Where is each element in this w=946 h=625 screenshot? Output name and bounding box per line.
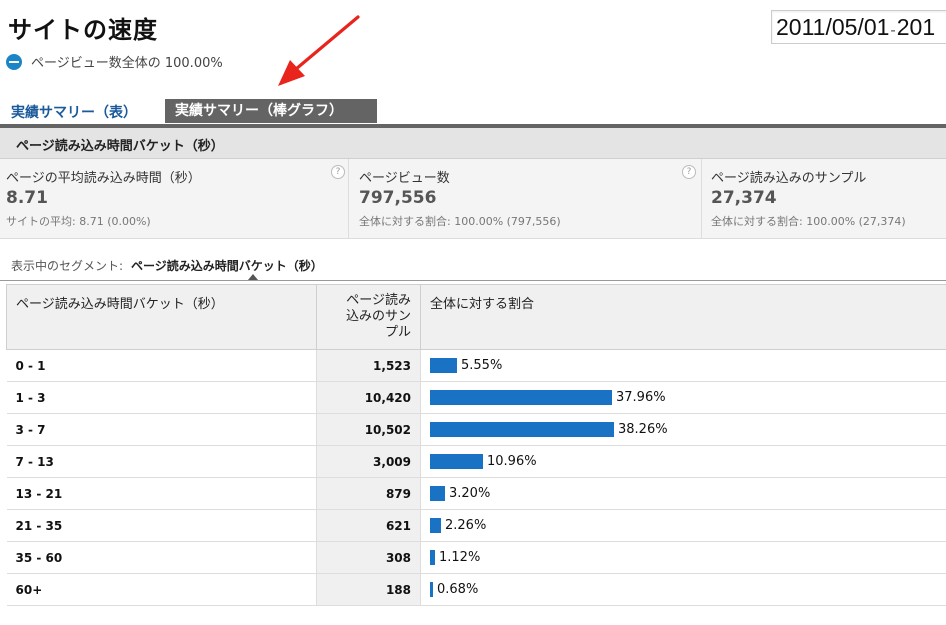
percent-bar bbox=[430, 518, 441, 533]
column-header-bucket[interactable]: ページ読み込み時間バケット（秒） bbox=[6, 284, 317, 350]
cell-percent: 38.26% bbox=[420, 413, 946, 446]
percent-label: 2.26% bbox=[445, 518, 487, 533]
percent-label: 3.20% bbox=[449, 486, 491, 501]
cell-bucket[interactable]: 0 - 1 bbox=[6, 349, 317, 382]
cell-bucket[interactable]: 13 - 21 bbox=[6, 477, 317, 510]
percent-bar bbox=[430, 486, 445, 501]
column-header-line: 込みのサン bbox=[345, 309, 411, 324]
scorecard-label: ページの平均読み込み時間（秒） bbox=[6, 171, 201, 186]
cell-percent: 2.26% bbox=[420, 509, 946, 542]
percent-label: 1.12% bbox=[439, 550, 481, 565]
percent-label: 10.96% bbox=[487, 454, 537, 469]
segment-value[interactable]: ページ読み込み時間バケット（秒） bbox=[131, 259, 323, 273]
cell-percent: 3.20% bbox=[420, 477, 946, 510]
tab-summary-bar-chart[interactable]: 実績サマリー（棒グラフ） bbox=[165, 99, 377, 123]
cell-bucket[interactable]: 7 - 13 bbox=[6, 445, 317, 478]
cell-bucket[interactable]: 35 - 60 bbox=[6, 541, 317, 574]
scorecard-label: ページビュー数 bbox=[359, 171, 450, 186]
segment-minus-icon[interactable] bbox=[6, 53, 22, 70]
scorecard-sub: 全体に対する割合: 100.00% (797,556) bbox=[359, 215, 561, 228]
cell-bucket[interactable]: 1 - 3 bbox=[6, 381, 317, 414]
percent-bar bbox=[430, 582, 433, 597]
cell-bucket[interactable]: 21 - 35 bbox=[6, 509, 317, 542]
data-table: ページ読み込み時間バケット（秒） ページ読み 込みのサン プル 全体に対する割合 0… bbox=[6, 284, 946, 606]
table-row: 1 - 3 10,420 37.96% bbox=[6, 381, 946, 414]
cell-samples: 879 bbox=[316, 477, 421, 510]
date-separator: - bbox=[890, 22, 896, 39]
segment-label: 表示中のセグメント: bbox=[11, 259, 124, 273]
cell-percent: 10.96% bbox=[420, 445, 946, 478]
cell-bucket[interactable]: 3 - 7 bbox=[6, 413, 317, 446]
scorecard-sub: 全体に対する割合: 100.00% (27,374) bbox=[711, 215, 906, 228]
table-header-row: ページ読み込み時間バケット（秒） ページ読み 込みのサン プル 全体に対する割合 bbox=[6, 284, 946, 350]
column-header-samples[interactable]: ページ読み 込みのサン プル bbox=[316, 284, 421, 350]
percent-label: 37.96% bbox=[616, 390, 666, 405]
percent-label: 5.55% bbox=[461, 358, 503, 373]
help-icon[interactable]: ? bbox=[331, 165, 345, 179]
percent-label: 38.26% bbox=[618, 422, 668, 437]
cell-bucket[interactable]: 60+ bbox=[6, 573, 317, 606]
dimension-bar: ページ読み込み時間バケット（秒） bbox=[0, 128, 946, 159]
page-title: サイトの速度 bbox=[8, 16, 158, 44]
scorecard-value: 797,556 bbox=[359, 188, 437, 208]
scorecard-sub: サイトの平均: 8.71 (0.00%) bbox=[6, 215, 151, 228]
cell-samples: 1,523 bbox=[316, 349, 421, 382]
table-row: 0 - 1 1,523 5.55% bbox=[6, 349, 946, 382]
scorecard-avg-load-time: ページの平均読み込み時間（秒） 8.71 サイトの平均: 8.71 (0.00%… bbox=[0, 159, 349, 238]
cell-samples: 308 bbox=[316, 541, 421, 574]
cell-samples: 10,502 bbox=[316, 413, 421, 446]
cell-samples: 10,420 bbox=[316, 381, 421, 414]
cell-samples: 621 bbox=[316, 509, 421, 542]
cell-samples: 188 bbox=[316, 573, 421, 606]
column-header-line: プル bbox=[384, 325, 411, 340]
percent-bar bbox=[430, 390, 612, 405]
cell-samples: 3,009 bbox=[316, 445, 421, 478]
date-end: 201 bbox=[896, 14, 936, 40]
percent-bar bbox=[430, 422, 614, 437]
scorecard-label: ページ読み込みのサンプル bbox=[711, 171, 867, 186]
table-row: 60+ 188 0.68% bbox=[6, 573, 946, 606]
table-row: 3 - 7 10,502 38.26% bbox=[6, 413, 946, 446]
segment-divider bbox=[0, 280, 946, 281]
date-range-selector[interactable]: 2011/05/01-201 bbox=[771, 10, 946, 44]
percent-bar bbox=[430, 550, 435, 565]
help-icon[interactable]: ? bbox=[682, 165, 696, 179]
scorecard-value: 8.71 bbox=[6, 188, 48, 208]
cell-percent: 1.12% bbox=[420, 541, 946, 574]
date-start: 2011/05/01 bbox=[776, 14, 890, 40]
table-row: 7 - 13 3,009 10.96% bbox=[6, 445, 946, 478]
scorecard-samples: ページ読み込みのサンプル 27,374 全体に対する割合: 100.00% (2… bbox=[702, 159, 946, 238]
percent-bar bbox=[430, 358, 457, 373]
column-header-percent[interactable]: 全体に対する割合 bbox=[420, 284, 946, 350]
table-row: 13 - 21 879 3.20% bbox=[6, 477, 946, 510]
percent-bar bbox=[430, 454, 483, 469]
scorecard-row: ページの平均読み込み時間（秒） 8.71 サイトの平均: 8.71 (0.00%… bbox=[0, 159, 946, 239]
pageview-summary: ページビュー数全体の 100.00% bbox=[6, 52, 223, 71]
table-row: 35 - 60 308 1.12% bbox=[6, 541, 946, 574]
table-row: 21 - 35 621 2.26% bbox=[6, 509, 946, 542]
tab-summary-table[interactable]: 実績サマリー（表） bbox=[11, 102, 137, 122]
segment-indicator: 表示中のセグメント: ページ読み込み時間バケット（秒） bbox=[11, 257, 323, 274]
cell-percent: 37.96% bbox=[420, 381, 946, 414]
dimension-label[interactable]: ページ読み込み時間バケット（秒） bbox=[16, 135, 224, 154]
cell-percent: 0.68% bbox=[420, 573, 946, 606]
scorecard-pageviews: ページビュー数 797,556 全体に対する割合: 100.00% (797,5… bbox=[349, 159, 702, 238]
annotation-arrow-icon bbox=[278, 15, 360, 86]
cell-percent: 5.55% bbox=[420, 349, 946, 382]
scorecard-value: 27,374 bbox=[711, 188, 777, 208]
percent-label: 0.68% bbox=[437, 582, 479, 597]
column-header-line: ページ読み bbox=[346, 293, 411, 308]
pageview-summary-text: ページビュー数全体の 100.00% bbox=[31, 56, 223, 71]
